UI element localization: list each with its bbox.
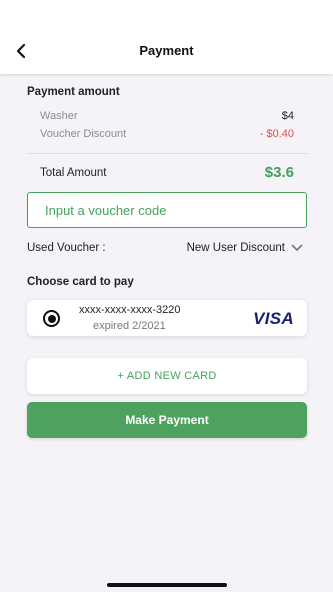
line-item-label: Washer	[40, 110, 78, 122]
line-item-label: Voucher Discount	[40, 128, 127, 140]
card-number: xxxx-xxxx-xxxx-3220	[79, 304, 181, 316]
payment-amount-label: Payment amount	[27, 86, 120, 98]
radio-selected-dot	[47, 314, 56, 323]
total-label: Total Amount	[40, 166, 107, 179]
discount-value: - $0.40	[259, 128, 294, 140]
line-item-value: $4	[281, 110, 294, 122]
voucher-dropdown[interactable]: New User Discount	[187, 242, 303, 254]
divider	[27, 153, 307, 154]
home-indicator	[107, 583, 227, 587]
chevron-down-icon	[291, 244, 303, 251]
used-voucher-value: New User Discount	[186, 242, 285, 254]
total-value: $3.6	[264, 164, 294, 181]
saved-card[interactable]: xxxx-xxxx-xxxx-3220 expired 2/2021 VISA	[27, 300, 307, 336]
card-radio-button[interactable]	[43, 310, 60, 327]
make-payment-button[interactable]: Make Payment	[27, 402, 307, 438]
card-expiry: expired 2/2021	[93, 320, 166, 332]
app-header: Payment	[0, 0, 333, 74]
line-item-washer: Washer $4	[40, 110, 294, 122]
page-title: Payment	[139, 43, 194, 58]
add-new-card-button[interactable]: + ADD NEW CARD	[27, 358, 307, 394]
choose-card-label: Choose card to pay	[27, 276, 134, 288]
voucher-code-input[interactable]: Input a voucher code	[27, 192, 307, 228]
used-voucher-row: Used Voucher : New User Discount	[27, 242, 303, 254]
line-item-voucher-discount: Voucher Discount - $0.40	[40, 128, 294, 140]
total-row: Total Amount $3.6	[40, 164, 294, 181]
visa-logo: VISA	[253, 309, 294, 328]
used-voucher-label: Used Voucher :	[27, 242, 106, 254]
